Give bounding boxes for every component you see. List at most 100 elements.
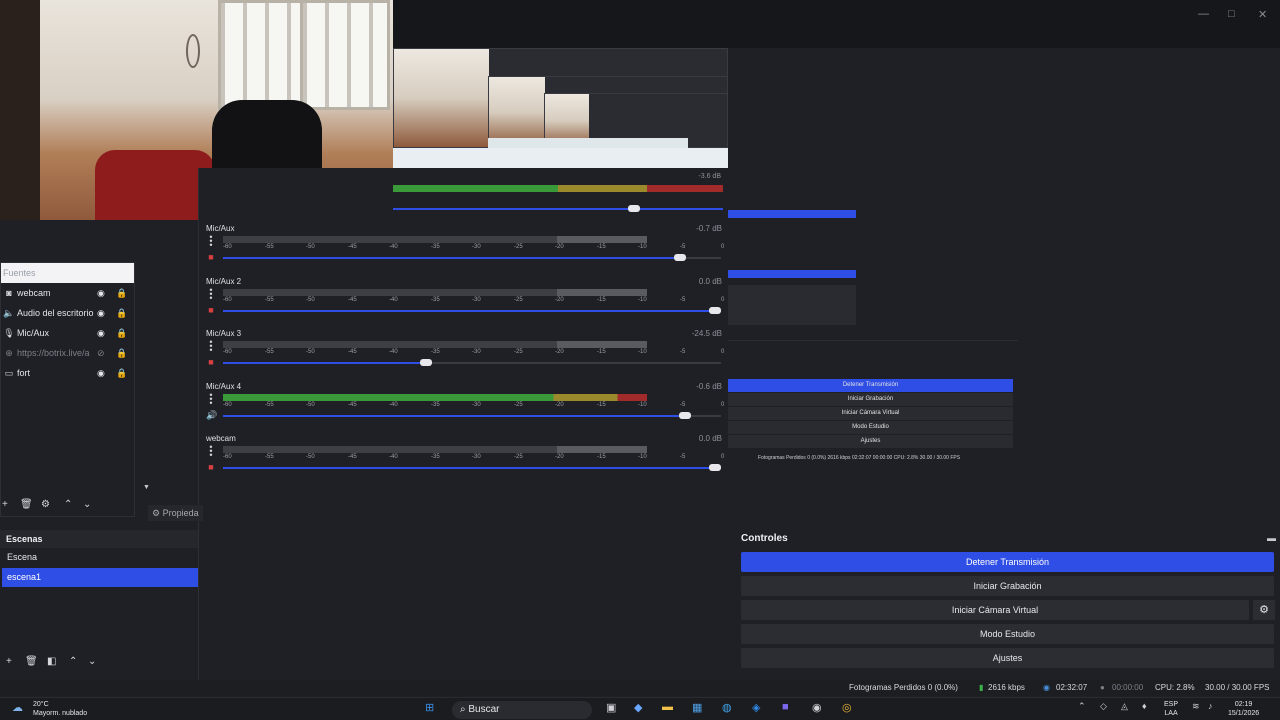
wifi-icon[interactable]: ≋: [1192, 701, 1200, 712]
clock[interactable]: 02:19 15/1/2026: [1228, 700, 1259, 718]
meter-tick: -30: [472, 454, 481, 461]
channel-menu-icon[interactable]: • • •: [208, 390, 214, 407]
scenes-toolbar: + 🗑 ◧ ⌃ ⌄: [0, 654, 199, 674]
source-item[interactable]: 🔈 Audio del escritorio ◉ 🔒: [0, 303, 133, 323]
task-view-icon[interactable]: ▣: [606, 701, 616, 714]
volume-slider[interactable]: [223, 254, 721, 261]
windows-start-icon[interactable]: ⊞: [425, 701, 434, 714]
copilot-icon[interactable]: ◆: [634, 701, 642, 714]
meter-tick: -50: [306, 454, 315, 461]
weather-icon[interactable]: ☁: [12, 701, 23, 714]
properties-button[interactable]: ⚙ Propieda: [148, 505, 203, 521]
source-item[interactable]: 🎙 Mic/Aux ◉ 🔒: [0, 323, 133, 343]
settings-button[interactable]: Ajustes: [741, 648, 1274, 668]
nested-stop-button: Detener Transmisión: [728, 379, 1013, 392]
add-icon[interactable]: +: [6, 656, 12, 667]
teams-icon[interactable]: ■: [782, 701, 789, 713]
muted-speaker-icon[interactable]: ■: [206, 305, 216, 315]
start-virtual-camera-button[interactable]: Iniciar Cámara Virtual: [741, 600, 1249, 620]
obs-icon[interactable]: ◉: [812, 701, 822, 714]
meter-tick: -45: [348, 349, 357, 356]
volume-slider[interactable]: [223, 411, 721, 419]
source-item[interactable]: ▭ fort ◉ 🔒: [0, 363, 133, 383]
tray-mic-icon[interactable]: ♦: [1142, 701, 1147, 711]
weather-widget[interactable]: 20°C Mayorm. nublado: [33, 700, 87, 718]
speaker-icon[interactable]: 🔊: [206, 410, 217, 420]
start-recording-button[interactable]: Iniciar Grabación: [741, 576, 1274, 596]
scene-item[interactable]: escena1: [2, 568, 198, 587]
mixer-channel: Mic/Aux 2 0.0 dB • • • -60 -55 -50 -45 -40 -35-…: [206, 277, 726, 329]
channel-menu-icon[interactable]: • • •: [208, 338, 214, 355]
trash-icon[interactable]: 🗑: [25, 656, 38, 667]
volume-knob[interactable]: [679, 411, 691, 419]
meter-scale: -60 -55 -50 -45 -40 -35 -30 -25 -20 -15 -10 -5 0: [223, 453, 727, 463]
meter-tick: -45: [348, 401, 357, 408]
app-icon[interactable]: ◈: [752, 701, 760, 714]
chevron-down-icon[interactable]: ⌄: [83, 499, 91, 510]
collapse-arrow-icon[interactable]: ▼: [143, 484, 150, 491]
lock-icon[interactable]: 🔒: [116, 323, 127, 343]
muted-speaker-icon[interactable]: ■: [206, 252, 216, 262]
add-icon[interactable]: +: [2, 499, 8, 510]
source-item[interactable]: ◙ webcam ◉ 🔒: [0, 283, 133, 303]
meter-tick: -50: [306, 296, 315, 303]
edge-icon[interactable]: ◍: [722, 701, 732, 714]
meter-tick: -20: [555, 454, 564, 461]
channel-menu-icon[interactable]: • • •: [208, 443, 214, 460]
volume-knob[interactable]: [420, 359, 432, 367]
muted-speaker-icon[interactable]: ■: [206, 357, 216, 367]
eye-icon[interactable]: ◉: [97, 363, 105, 383]
keyboard-language[interactable]: ESP LAA: [1164, 700, 1178, 718]
eye-icon[interactable]: ◉: [97, 283, 105, 303]
gear-icon[interactable]: ⚙: [41, 499, 50, 510]
taskbar-search[interactable]: ⌕ Buscar: [452, 701, 592, 719]
volume-slider[interactable]: [223, 359, 721, 367]
volume-icon[interactable]: ♪: [1208, 701, 1213, 711]
volume-knob[interactable]: [709, 464, 721, 472]
close-button[interactable]: ✕: [1258, 8, 1267, 21]
meter-tick: -60: [223, 244, 232, 250]
lock-icon[interactable]: 🔒: [116, 363, 127, 383]
store-icon[interactable]: ▦: [692, 701, 702, 714]
file-explorer-icon[interactable]: ▬: [662, 701, 673, 713]
eye-icon[interactable]: ◉: [97, 303, 105, 323]
chrome-icon[interactable]: ◎: [842, 701, 852, 714]
virtual-camera-settings-button[interactable]: ⚙: [1253, 600, 1275, 620]
chevron-up-icon[interactable]: ⌃: [64, 499, 72, 510]
status-bar: Fotogramas Perdidos 0 (0.0%) ▮ 2616 kbps…: [0, 680, 1280, 696]
scene-item[interactable]: Escena: [2, 548, 198, 567]
volume-knob[interactable]: [709, 306, 721, 314]
stop-stream-button[interactable]: Detener Transmisión: [741, 552, 1274, 572]
channel-menu-icon[interactable]: • • •: [208, 285, 214, 302]
tray-network-icon[interactable]: ◬: [1121, 701, 1128, 712]
filter-icon[interactable]: ◧: [47, 656, 56, 667]
chevron-up-icon[interactable]: ⌃: [69, 656, 77, 667]
lock-icon[interactable]: 🔒: [116, 283, 127, 303]
channel-db: 0.0 dB: [698, 434, 722, 444]
trash-icon[interactable]: 🗑: [20, 499, 33, 510]
lock-icon[interactable]: 🔒: [116, 343, 127, 363]
volume-meter: [223, 341, 647, 349]
chevron-down-icon[interactable]: ⌄: [88, 656, 96, 667]
studio-mode-button[interactable]: Modo Estudio: [741, 624, 1274, 644]
volume-slider[interactable]: [223, 306, 721, 314]
channel-db: -0.7 dB: [696, 224, 722, 233]
maximize-button[interactable]: □: [1228, 8, 1235, 20]
eye-slash-icon[interactable]: ⊘: [97, 343, 105, 363]
mixer-channel: Mic/Aux -0.7 dB • • • -60 -55 -50 -45 -40 -35 -3…: [206, 224, 726, 276]
tray-chevron-icon[interactable]: ⌃: [1078, 701, 1086, 712]
channel-menu-icon[interactable]: • • •: [208, 233, 214, 250]
top-volume-knob[interactable]: [628, 205, 640, 212]
volume-slider[interactable]: [223, 464, 721, 472]
minimize-button[interactable]: —: [1198, 8, 1209, 20]
muted-speaker-icon[interactable]: ■: [206, 462, 216, 472]
nested-studio-button: Modo Estudio: [728, 421, 1013, 434]
tray-app-icon[interactable]: ◇: [1100, 701, 1107, 712]
dock-menu-icon[interactable]: ▬: [1267, 533, 1276, 543]
eye-icon[interactable]: ◉: [97, 323, 105, 343]
source-item[interactable]: ⊕ https://botrix.live/a ⊘ 🔒: [0, 343, 133, 363]
preview-strip: [488, 138, 688, 148]
volume-knob[interactable]: [674, 254, 686, 261]
lock-icon[interactable]: 🔒: [116, 303, 127, 323]
stream-icon: ◉: [1043, 683, 1050, 692]
